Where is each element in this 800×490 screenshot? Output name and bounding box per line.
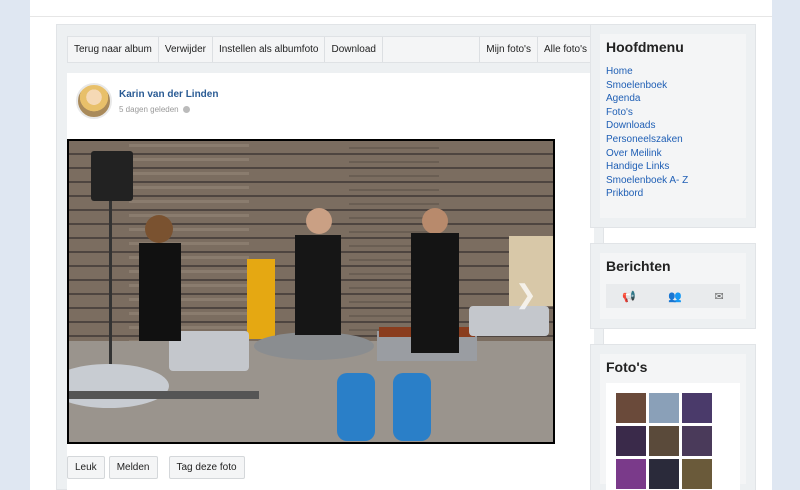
main-menu-title: Hoofdmenu <box>606 39 684 55</box>
thumbnail[interactable] <box>682 459 712 489</box>
globe-icon <box>182 106 190 113</box>
page: Terug naar album Verwijder Instellen als… <box>30 0 772 490</box>
thumbnail[interactable] <box>682 426 712 456</box>
photo-toolbar: Terug naar album Verwijder Instellen als… <box>67 36 594 63</box>
back-to-album-button[interactable]: Terug naar album <box>68 37 159 62</box>
main-menu: Home Smoelenboek Agenda Foto's Downloads… <box>606 65 688 201</box>
thumbnail[interactable] <box>649 459 679 489</box>
users-icon[interactable]: 👥 <box>668 290 682 303</box>
menu-item-personeelszaken[interactable]: Personeelszaken <box>606 133 688 147</box>
all-photos-button[interactable]: Alle foto's <box>538 37 593 62</box>
photo-thumbnails <box>606 383 740 490</box>
photos-panel: Foto's <box>590 344 756 490</box>
menu-item-prikbord[interactable]: Prikbord <box>606 187 688 201</box>
post-time: 5 dagen geleden <box>119 105 179 114</box>
photo-image <box>69 141 553 442</box>
avatar[interactable] <box>76 83 112 119</box>
photo-panel: Terug naar album Verwijder Instellen als… <box>56 24 604 490</box>
delete-button[interactable]: Verwijder <box>159 37 213 62</box>
post-meta: 5 dagen geleden <box>119 105 190 114</box>
set-album-photo-button[interactable]: Instellen als albumfoto <box>213 37 326 62</box>
tag-photo-button[interactable]: Tag deze foto <box>168 456 245 479</box>
photo-actions: Leuk Melden Tag deze foto <box>67 456 245 479</box>
photos-title: Foto's <box>606 359 648 375</box>
thumbnail[interactable] <box>649 393 679 423</box>
thumbnail[interactable] <box>649 426 679 456</box>
main-menu-panel: Hoofdmenu Home Smoelenboek Agenda Foto's… <box>590 24 756 228</box>
messages-panel: Berichten 📢 👥 ✉ <box>590 243 756 329</box>
menu-item-downloads[interactable]: Downloads <box>606 119 688 133</box>
menu-item-smoelenboek-az[interactable]: Smoelenboek A- Z <box>606 174 688 188</box>
menu-item-home[interactable]: Home <box>606 65 688 79</box>
divider <box>30 16 772 17</box>
toolbar-spacer <box>383 37 481 62</box>
menu-item-over-meilink[interactable]: Over Meilink <box>606 147 688 161</box>
messages-title: Berichten <box>606 258 671 274</box>
menu-item-smoelenboek[interactable]: Smoelenboek <box>606 79 688 93</box>
next-photo-icon[interactable]: ❯ <box>515 279 537 310</box>
megaphone-icon[interactable]: 📢 <box>622 290 636 303</box>
thumbnail[interactable] <box>616 459 646 489</box>
thumbnail[interactable] <box>616 393 646 423</box>
thumbnail[interactable] <box>682 393 712 423</box>
like-button[interactable]: Leuk <box>67 456 105 479</box>
messages-icons: 📢 👥 ✉ <box>606 284 740 308</box>
download-button[interactable]: Download <box>325 37 383 62</box>
menu-item-handige-links[interactable]: Handige Links <box>606 160 688 174</box>
menu-item-fotos[interactable]: Foto's <box>606 106 688 120</box>
author-name[interactable]: Karin van der Linden <box>119 89 218 100</box>
photo[interactable]: ❯ <box>67 139 555 444</box>
my-photos-button[interactable]: Mijn foto's <box>480 37 538 62</box>
report-button[interactable]: Melden <box>108 456 158 479</box>
menu-item-agenda[interactable]: Agenda <box>606 92 688 106</box>
envelope-icon[interactable]: ✉ <box>715 290 724 303</box>
photo-post: Karin van der Linden 5 dagen geleden ❯ L… <box>67 73 594 490</box>
thumbnail[interactable] <box>616 426 646 456</box>
